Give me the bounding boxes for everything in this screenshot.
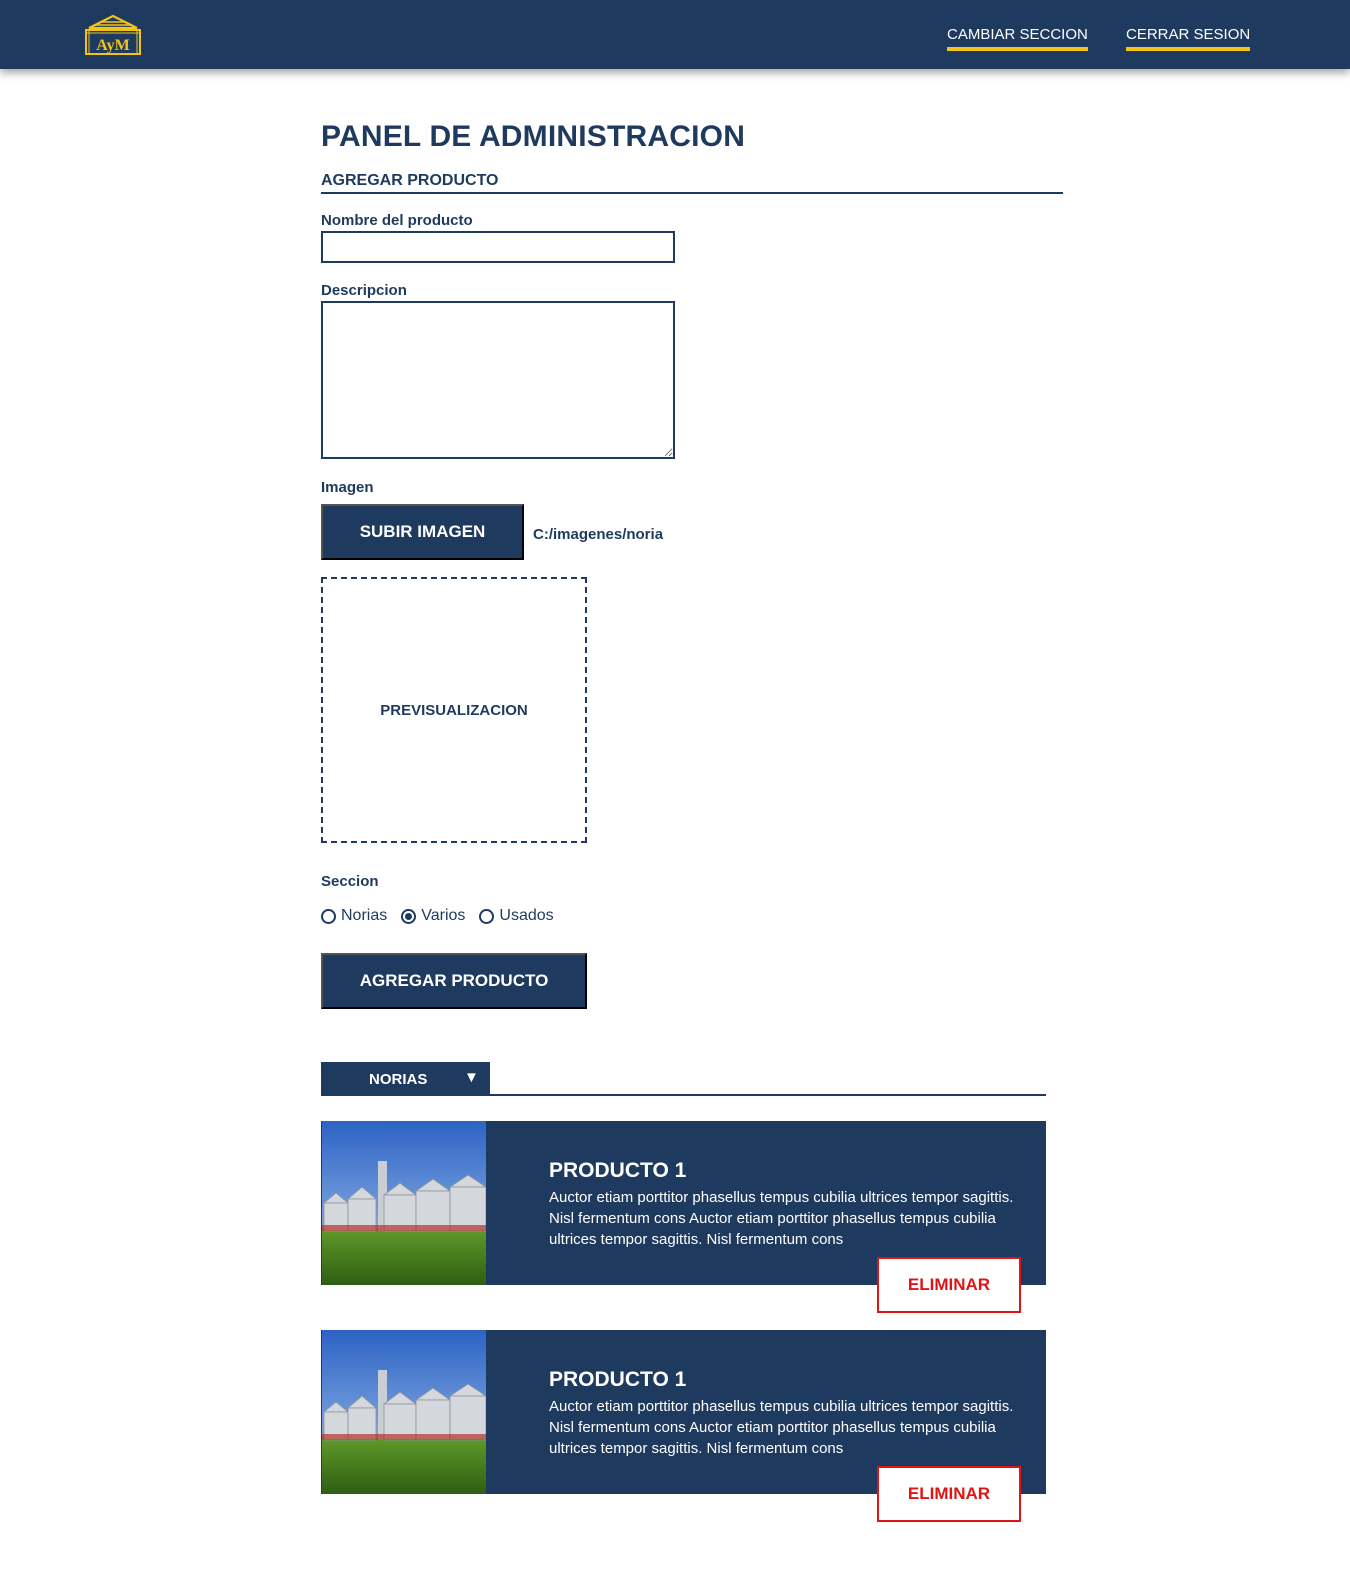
page-title: PANEL DE ADMINISTRACION <box>321 120 746 153</box>
image-label: Imagen <box>321 479 374 496</box>
logout-link[interactable]: CERRAR SESION <box>1126 26 1251 51</box>
description-label: Descripcion <box>321 282 407 299</box>
add-product-heading: AGREGAR PRODUCTO <box>321 172 1063 194</box>
product-title: PRODUCTO 1 <box>549 1368 687 1391</box>
section-radio-group: Norias Varios Usados <box>321 907 568 925</box>
filter-selected-value: NORIAS <box>369 1071 428 1088</box>
aym-logo[interactable]: AyM <box>83 14 143 56</box>
radio-checked-icon[interactable] <box>401 908 417 924</box>
radio-unchecked-icon[interactable] <box>321 908 336 924</box>
radio-norias[interactable]: Norias <box>321 907 387 925</box>
radio-unchecked-icon[interactable] <box>479 908 495 924</box>
preview-label: PREVISUALIZACION <box>380 701 528 719</box>
product-name-label: Nombre del producto <box>321 212 473 229</box>
logo-text: AyM <box>96 37 129 54</box>
product-description: Auctor etiam porttitor phasellus tempus … <box>549 1398 1014 1457</box>
image-preview-dropzone[interactable]: PREVISUALIZACION <box>321 577 587 843</box>
product-title: PRODUCTO 1 <box>549 1159 687 1182</box>
change-section-link[interactable]: CAMBIAR SECCION <box>947 26 1088 51</box>
radio-usados[interactable]: Usados <box>479 907 554 925</box>
product-card: PRODUCTO 1 Auctor etiam porttitor phasel… <box>321 1121 1046 1313</box>
delete-product-button[interactable]: ELIMINAR <box>877 1466 1021 1522</box>
caret-down-icon: ▼ <box>464 1069 479 1086</box>
section-filter-dropdown[interactable]: NORIAS ▼ <box>321 1062 490 1096</box>
description-textarea[interactable] <box>321 301 675 459</box>
product-name-input[interactable] <box>321 231 675 263</box>
radio-label: Varios <box>421 907 466 924</box>
product-card: PRODUCTO 1 Auctor etiam porttitor phasel… <box>321 1330 1046 1522</box>
section-label: Seccion <box>321 873 379 890</box>
radio-label: Norias <box>341 907 388 924</box>
radio-varios[interactable]: Varios <box>401 907 465 925</box>
product-image <box>322 1330 486 1494</box>
top-navbar: AyM CAMBIAR SECCION CERRAR SESION <box>0 0 1350 69</box>
product-description: Auctor etiam porttitor phasellus tempus … <box>549 1189 1014 1248</box>
file-path-text: C:/imagenes/noria <box>533 526 664 543</box>
delete-product-button[interactable]: ELIMINAR <box>877 1257 1021 1313</box>
silo-logo-icon: AyM <box>85 14 141 55</box>
add-product-button[interactable]: AGREGAR PRODUCTO <box>321 953 587 1009</box>
radio-label: Usados <box>499 907 554 924</box>
product-image <box>322 1121 486 1285</box>
upload-image-button[interactable]: SUBIR IMAGEN <box>321 504 524 560</box>
